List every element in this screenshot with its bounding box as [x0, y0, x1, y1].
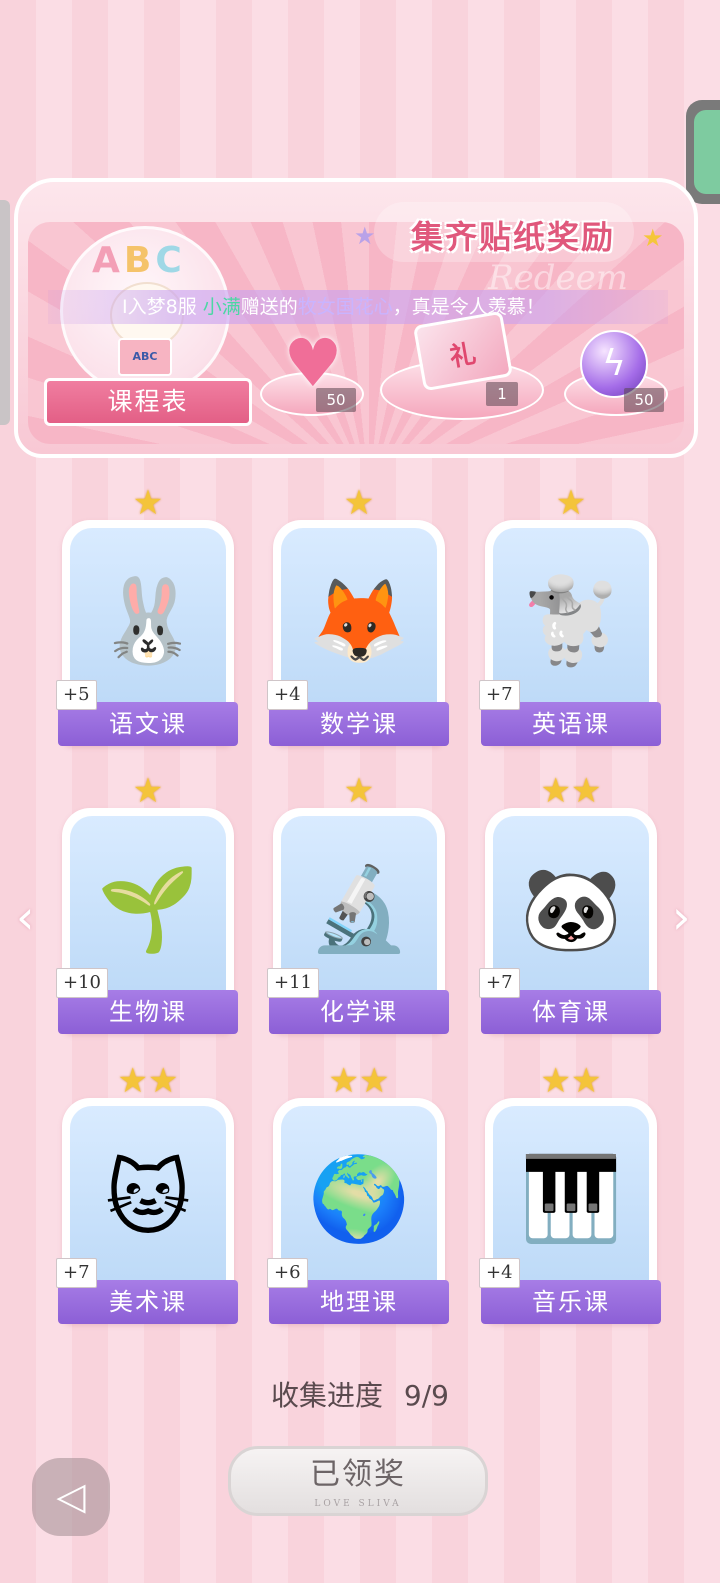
reward-banner: ★ ★ 集齐贴纸奖励 Redeem ABC ABC I入梦8服 小满赠送的牧女国… [14, 178, 698, 458]
poodle-book-icon: 🐩 [519, 574, 623, 669]
collection-progress: 收集进度 9/9 [0, 1374, 720, 1414]
course-card[interactable]: ★★ 🎹 音乐课 +4 [479, 1061, 705, 1332]
star-rating-icon: ★ [343, 483, 375, 523]
marquee-prefix: I入梦8服 [122, 296, 203, 318]
card-frame: 🌱 生物课 +10 [56, 808, 238, 1034]
card-frame: 🐩 英语课 +7 [479, 520, 661, 746]
chat-icon [694, 110, 720, 194]
star-rating-icon: ★ [132, 771, 164, 811]
claimed-button[interactable]: 已领奖 LOVE SLIVA [228, 1446, 488, 1516]
reward-quantity: 50 [316, 388, 356, 412]
star-rating-icon: ★ [555, 483, 587, 523]
star-rating-icon: ★★ [540, 771, 602, 811]
course-bonus-badge: +10 [56, 968, 108, 998]
course-bonus-badge: +7 [479, 968, 520, 998]
course-card[interactable]: ★★ 🐱 美术课 +7 [56, 1061, 282, 1332]
star-rating-icon: ★ [132, 483, 164, 523]
prev-page-button[interactable]: ‹ [16, 890, 34, 944]
course-bonus-badge: +7 [56, 1258, 97, 1288]
globe-icon: 🌍 [307, 1152, 411, 1247]
back-button[interactable]: ◁ [32, 1458, 110, 1536]
mascot-book: ABC [118, 338, 172, 376]
star-deco-icon: ★ [354, 222, 376, 250]
cat-painter-icon: 🐱 [105, 1152, 191, 1247]
card-frame: 🦊 数学课 +4 [267, 520, 449, 746]
progress-value: 9/9 [403, 1379, 449, 1412]
banner-title: 集齐贴纸奖励 [410, 218, 615, 256]
course-card[interactable]: ★ 🌱 生物课 +10 [56, 771, 282, 1042]
card-frame: 🎹 音乐课 +4 [479, 1098, 661, 1324]
progress-label: 收集进度 [271, 1379, 384, 1412]
next-page-button[interactable]: › [672, 890, 690, 944]
left-edge-handle[interactable] [0, 200, 10, 425]
marquee-suffix: ，真是令人羡慕！ [392, 296, 545, 318]
pink-heart-gem-icon[interactable]: ♥ [276, 331, 350, 397]
fox-teacher-icon: 🦊 [307, 574, 411, 669]
letter-c: C [155, 240, 186, 281]
reward-quantity: 50 [624, 388, 664, 412]
schedule-button[interactable]: 课程表 [44, 378, 252, 426]
course-bonus-badge: +5 [56, 680, 97, 710]
microscope-icon: 🔬 [307, 862, 411, 957]
course-bonus-badge: +11 [267, 968, 319, 998]
card-frame: 🌍 地理课 +6 [267, 1098, 449, 1324]
card-frame: 🐱 美术课 +7 [56, 1098, 238, 1324]
course-card[interactable]: ★ 🐩 英语课 +7 [479, 483, 705, 754]
course-card[interactable]: ★ 🐰 语文课 +5 [56, 483, 282, 754]
card-frame: 🔬 化学课 +11 [267, 808, 449, 1034]
card-frame: 🐼 体育课 +7 [479, 808, 661, 1034]
marquee-mid: 赠送的 [240, 296, 298, 318]
panda-pingpong-icon: 🐼 [519, 862, 623, 957]
mascot-letters: ABC [92, 240, 186, 281]
star-rating-icon: ★★ [117, 1061, 179, 1101]
chat-side-tab[interactable] [686, 100, 720, 204]
star-rating-icon: ★★ [540, 1061, 602, 1101]
star-rating-icon: ★ [343, 771, 375, 811]
rabbit-calligraphy-icon: 🐰 [96, 574, 200, 669]
course-card[interactable]: ★ 🦊 数学课 +4 [267, 483, 493, 754]
claimed-sublabel: LOVE SLIVA [314, 1499, 402, 1509]
letter-a: A [92, 240, 124, 281]
claimed-label: 已领奖 [310, 1457, 406, 1492]
card-frame: 🐰 语文课 +5 [56, 520, 238, 746]
marquee-player-name: 小满 [202, 296, 241, 318]
course-bonus-badge: +6 [267, 1258, 308, 1288]
course-card[interactable]: ★★ 🌍 地理课 +6 [267, 1061, 493, 1332]
cat-keyboard-icon: 🎹 [519, 1152, 623, 1247]
course-bonus-badge: +4 [267, 680, 308, 710]
reward-quantity: 1 [486, 382, 518, 406]
star-deco-icon: ★ [642, 224, 664, 252]
course-card[interactable]: ★ 🔬 化学课 +11 [267, 771, 493, 1042]
letter-b: B [123, 240, 156, 281]
star-rating-icon: ★★ [328, 1061, 390, 1101]
course-bonus-badge: +4 [479, 1258, 520, 1288]
course-bonus-badge: +7 [479, 680, 520, 710]
marquee-gift-name: 牧女国花心 [297, 296, 393, 318]
sprout-sun-icon: 🌱 [96, 862, 200, 957]
announcement-marquee: I入梦8服 小满赠送的牧女国花心，真是令人羡慕！ [48, 290, 668, 324]
